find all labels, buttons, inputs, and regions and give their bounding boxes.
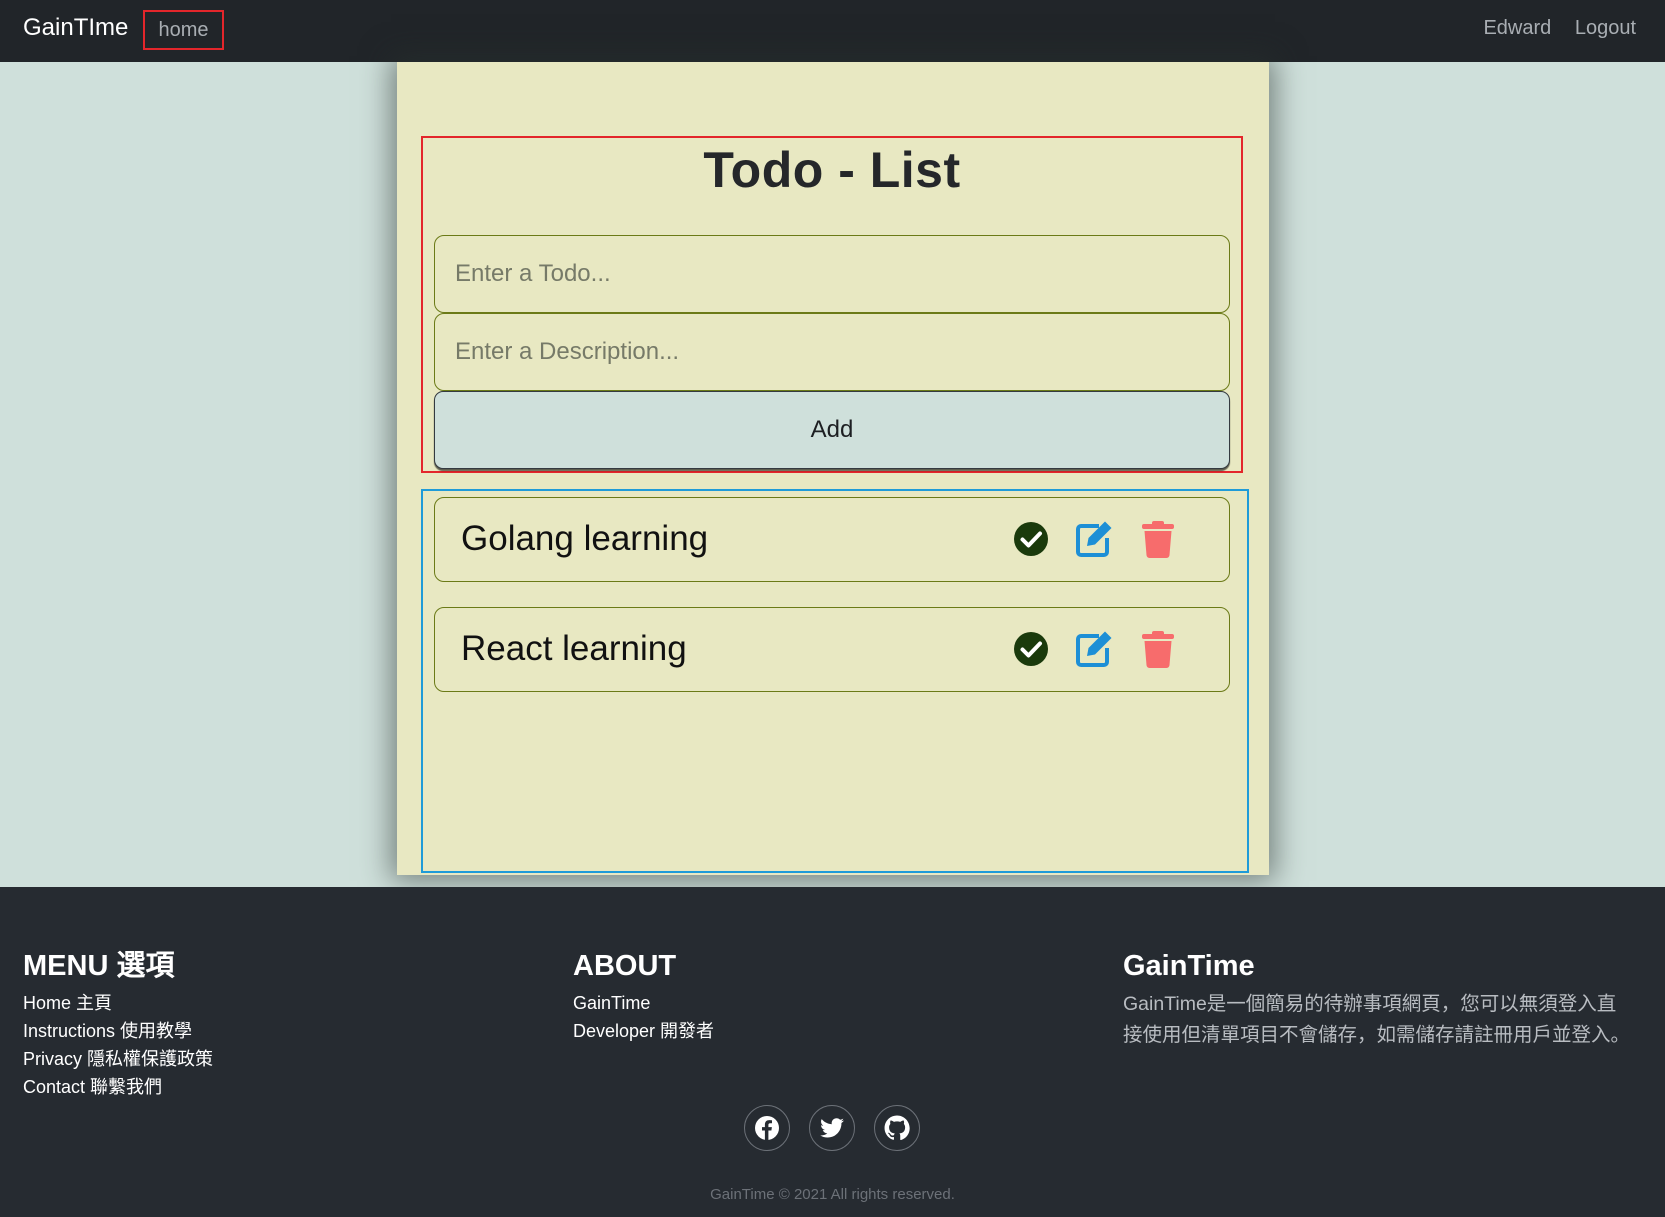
nav-user-area: Edward Logout — [1465, 0, 1636, 56]
footer-menu-title: MENU 選項 — [23, 950, 175, 982]
page-title: Todo - List — [703, 142, 961, 198]
footer-link-contact[interactable]: Contact 聯繫我們 — [23, 1073, 213, 1101]
edit-icon[interactable] — [1075, 630, 1113, 668]
trash-icon[interactable] — [1139, 630, 1177, 668]
todo-list: Golang learning React learning — [421, 489, 1249, 873]
footer-about-title: ABOUT — [573, 950, 677, 982]
footer-link-instructions[interactable]: Instructions 使用教學 — [23, 1017, 213, 1045]
nav-home-link[interactable]: home — [143, 10, 224, 50]
footer-link-privacy[interactable]: Privacy 隱私權保護政策 — [23, 1045, 213, 1073]
top-navbar: GainTIme home Edward Logout — [0, 0, 1665, 62]
footer-gaintime-column: GainTime GainTime是一個簡易的待辦事項網頁，您可以無須登入直 接… — [1123, 949, 1643, 1051]
footer-gaintime-title: GainTime — [1123, 950, 1255, 982]
todo-title: Golang learning — [461, 519, 709, 558]
social-links — [744, 1105, 922, 1153]
copyright-text: GainTime © 2021 All rights reserved. — [710, 1186, 955, 1203]
site-footer: MENU 選項 Home 主頁 Instructions 使用教學 Privac… — [0, 887, 1665, 1217]
trash-icon[interactable] — [1139, 520, 1177, 558]
todo-form: Todo - List Enter a Todo... Enter a Desc… — [421, 136, 1243, 473]
twitter-icon[interactable] — [809, 1105, 855, 1151]
todo-item: Golang learning — [434, 497, 1230, 582]
add-button[interactable]: Add — [434, 391, 1230, 469]
facebook-icon[interactable] — [744, 1105, 790, 1151]
github-icon[interactable] — [874, 1105, 920, 1151]
footer-link-home[interactable]: Home 主頁 — [23, 989, 213, 1017]
todo-item: React learning — [434, 607, 1230, 692]
footer-link-developer[interactable]: Developer 開發者 — [573, 1017, 714, 1045]
todo-title: React learning — [461, 629, 687, 668]
brand-logo[interactable]: GainTIme — [23, 0, 128, 56]
edit-icon[interactable] — [1075, 520, 1113, 558]
footer-menu-column: MENU 選項 Home 主頁 Instructions 使用教學 Privac… — [23, 949, 213, 1101]
todo-input[interactable]: Enter a Todo... — [434, 235, 1230, 313]
description-input[interactable]: Enter a Description... — [434, 313, 1230, 391]
footer-description-line-1: GainTime是一個簡易的待辦事項網頁，您可以無須登入直 — [1123, 993, 1617, 1015]
logout-link[interactable]: Logout — [1575, 17, 1636, 39]
footer-link-gaintime[interactable]: GainTime — [573, 989, 714, 1017]
check-circle-icon[interactable] — [1012, 520, 1050, 558]
check-circle-icon[interactable] — [1012, 630, 1050, 668]
footer-description-line-2: 接使用但清單項目不會儲存，如需儲存請註冊用戶並登入。 — [1123, 1024, 1631, 1046]
footer-about-column: ABOUT GainTime Developer 開發者 — [573, 949, 714, 1045]
user-name-link[interactable]: Edward — [1483, 17, 1551, 39]
todo-card: Todo - List Enter a Todo... Enter a Desc… — [397, 62, 1269, 875]
